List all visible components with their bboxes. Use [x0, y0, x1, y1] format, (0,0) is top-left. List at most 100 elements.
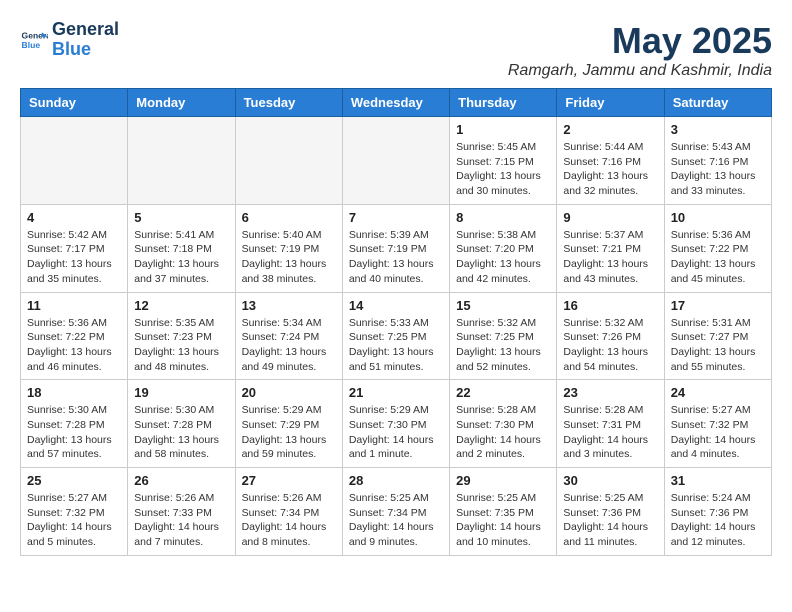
- day-info: Sunrise: 5:35 AM Sunset: 7:23 PM Dayligh…: [134, 316, 228, 375]
- calendar-cell: 26 Sunrise: 5:26 AM Sunset: 7:33 PM Dayli…: [128, 468, 235, 556]
- calendar-cell: 29 Sunrise: 5:25 AM Sunset: 7:35 PM Dayli…: [450, 468, 557, 556]
- day-info: Sunrise: 5:32 AM Sunset: 7:25 PM Dayligh…: [456, 316, 550, 375]
- calendar-cell: 18Sunrise: 5:30 AM Sunset: 7:28 PM Dayli…: [21, 380, 128, 468]
- location-subtitle: Ramgarh, Jammu and Kashmir, India: [508, 62, 772, 80]
- calendar-cell: 16Sunrise: 5:32 AM Sunset: 7:26 PM Dayli…: [557, 292, 664, 380]
- day-number: 28: [349, 473, 443, 488]
- day-number: 12: [134, 298, 228, 313]
- calendar-cell: 14 Sunrise: 5:33 AM Sunset: 7:25 PM Dayli…: [342, 292, 449, 380]
- day-info: Sunrise: 5:28 AM Sunset: 7:30 PM Dayligh…: [456, 403, 550, 462]
- day-info: Sunrise: 5:28 AM Sunset: 7:31 PM Dayligh…: [563, 403, 657, 462]
- calendar-cell: 12 Sunrise: 5:35 AM Sunset: 7:23 PM Dayli…: [128, 292, 235, 380]
- day-info: Sunrise: 5:39 AM Sunset: 7:19 PM Dayligh…: [349, 228, 443, 287]
- calendar-week-row: 4 Sunrise: 5:42 AM Sunset: 7:17 PM Daylig…: [21, 204, 772, 292]
- day-number: 3: [671, 122, 765, 137]
- day-number: 19: [134, 385, 228, 400]
- day-number: 1: [456, 122, 550, 137]
- day-number: 14: [349, 298, 443, 313]
- calendar-cell: 24Sunrise: 5:27 AM Sunset: 7:32 PM Dayli…: [664, 380, 771, 468]
- day-info: Sunrise: 5:25 AM Sunset: 7:36 PM Dayligh…: [563, 491, 657, 550]
- calendar-cell: 15 Sunrise: 5:32 AM Sunset: 7:25 PM Dayli…: [450, 292, 557, 380]
- month-title: May 2025: [508, 20, 772, 62]
- day-info: Sunrise: 5:45 AM Sunset: 7:15 PM Dayligh…: [456, 140, 550, 199]
- calendar-cell: 9 Sunrise: 5:37 AM Sunset: 7:21 PM Daylig…: [557, 204, 664, 292]
- calendar-cell: 28 Sunrise: 5:25 AM Sunset: 7:34 PM Dayli…: [342, 468, 449, 556]
- calendar-cell: [342, 117, 449, 205]
- day-number: 8: [456, 210, 550, 225]
- day-number: 18: [27, 385, 121, 400]
- day-number: 20: [242, 385, 336, 400]
- day-number: 17: [671, 298, 765, 313]
- calendar-cell: 5 Sunrise: 5:41 AM Sunset: 7:18 PM Daylig…: [128, 204, 235, 292]
- svg-text:Blue: Blue: [22, 40, 41, 50]
- calendar-cell: 27 Sunrise: 5:26 AM Sunset: 7:34 PM Dayli…: [235, 468, 342, 556]
- day-info: Sunrise: 5:26 AM Sunset: 7:33 PM Dayligh…: [134, 491, 228, 550]
- calendar-cell: 23 Sunrise: 5:28 AM Sunset: 7:31 PM Dayli…: [557, 380, 664, 468]
- day-info: Sunrise: 5:43 AM Sunset: 7:16 PM Dayligh…: [671, 140, 765, 199]
- day-number: 29: [456, 473, 550, 488]
- logo-line1: General: [52, 20, 119, 40]
- calendar-cell: 20 Sunrise: 5:29 AM Sunset: 7:29 PM Dayli…: [235, 380, 342, 468]
- calendar-cell: 6Sunrise: 5:40 AM Sunset: 7:19 PM Daylig…: [235, 204, 342, 292]
- weekday-header: Wednesday: [342, 89, 449, 117]
- weekday-header: Saturday: [664, 89, 771, 117]
- day-info: Sunrise: 5:30 AM Sunset: 7:28 PM Dayligh…: [134, 403, 228, 462]
- logo: General Blue General Blue: [20, 20, 119, 60]
- calendar-week-row: 25Sunrise: 5:27 AM Sunset: 7:32 PM Dayli…: [21, 468, 772, 556]
- day-info: Sunrise: 5:33 AM Sunset: 7:25 PM Dayligh…: [349, 316, 443, 375]
- day-info: Sunrise: 5:29 AM Sunset: 7:29 PM Dayligh…: [242, 403, 336, 462]
- calendar-cell: 17 Sunrise: 5:31 AM Sunset: 7:27 PM Dayli…: [664, 292, 771, 380]
- day-info: Sunrise: 5:25 AM Sunset: 7:35 PM Dayligh…: [456, 491, 550, 550]
- weekday-header: Sunday: [21, 89, 128, 117]
- calendar-cell: [128, 117, 235, 205]
- day-number: 5: [134, 210, 228, 225]
- day-number: 2: [563, 122, 657, 137]
- day-number: 30: [563, 473, 657, 488]
- calendar-cell: 1 Sunrise: 5:45 AM Sunset: 7:15 PM Daylig…: [450, 117, 557, 205]
- day-number: 31: [671, 473, 765, 488]
- weekday-header: Friday: [557, 89, 664, 117]
- day-info: Sunrise: 5:38 AM Sunset: 7:20 PM Dayligh…: [456, 228, 550, 287]
- day-number: 27: [242, 473, 336, 488]
- day-number: 10: [671, 210, 765, 225]
- day-info: Sunrise: 5:29 AM Sunset: 7:30 PM Dayligh…: [349, 403, 443, 462]
- day-info: Sunrise: 5:36 AM Sunset: 7:22 PM Dayligh…: [27, 316, 121, 375]
- day-number: 26: [134, 473, 228, 488]
- calendar-cell: 4 Sunrise: 5:42 AM Sunset: 7:17 PM Daylig…: [21, 204, 128, 292]
- calendar-cell: [235, 117, 342, 205]
- day-number: 23: [563, 385, 657, 400]
- day-number: 16: [563, 298, 657, 313]
- calendar-week-row: 18 Sunrise: 5:30 AM Sunset: 7:28 PM Dayli…: [21, 380, 772, 468]
- calendar-cell: 19 Sunrise: 5:30 AM Sunset: 7:28 PM Dayli…: [128, 380, 235, 468]
- day-info: Sunrise: 5:40 AM Sunset: 7:19 PM Dayligh…: [242, 228, 336, 287]
- weekday-header: Tuesday: [235, 89, 342, 117]
- day-info: Sunrise: 5:37 AM Sunset: 7:21 PM Dayligh…: [563, 228, 657, 287]
- day-number: 7: [349, 210, 443, 225]
- calendar-cell: 2 Sunrise: 5:44 AM Sunset: 7:16 PM Daylig…: [557, 117, 664, 205]
- calendar-table: SundayMondayTuesdayWednesdayThursdayFrid…: [20, 88, 772, 556]
- day-info: Sunrise: 5:42 AM Sunset: 7:17 PM Dayligh…: [27, 228, 121, 287]
- day-info: Sunrise: 5:34 AM Sunset: 7:24 PM Dayligh…: [242, 316, 336, 375]
- logo-line2: Blue: [52, 40, 119, 60]
- day-number: 21: [349, 385, 443, 400]
- calendar-week-row: 1 Sunrise: 5:45 AM Sunset: 7:15 PM Daylig…: [21, 117, 772, 205]
- calendar-cell: 25Sunrise: 5:27 AM Sunset: 7:32 PM Dayli…: [21, 468, 128, 556]
- day-info: Sunrise: 5:24 AM Sunset: 7:36 PM Dayligh…: [671, 491, 765, 550]
- day-info: Sunrise: 5:25 AM Sunset: 7:34 PM Dayligh…: [349, 491, 443, 550]
- day-number: 9: [563, 210, 657, 225]
- day-number: 13: [242, 298, 336, 313]
- day-info: Sunrise: 5:31 AM Sunset: 7:27 PM Dayligh…: [671, 316, 765, 375]
- calendar-cell: 10 Sunrise: 5:36 AM Sunset: 7:22 PM Dayli…: [664, 204, 771, 292]
- day-info: Sunrise: 5:44 AM Sunset: 7:16 PM Dayligh…: [563, 140, 657, 199]
- day-info: Sunrise: 5:36 AM Sunset: 7:22 PM Dayligh…: [671, 228, 765, 287]
- day-info: Sunrise: 5:41 AM Sunset: 7:18 PM Dayligh…: [134, 228, 228, 287]
- weekday-header-row: SundayMondayTuesdayWednesdayThursdayFrid…: [21, 89, 772, 117]
- day-info: Sunrise: 5:26 AM Sunset: 7:34 PM Dayligh…: [242, 491, 336, 550]
- calendar-cell: 31 Sunrise: 5:24 AM Sunset: 7:36 PM Dayli…: [664, 468, 771, 556]
- calendar-cell: 13 Sunrise: 5:34 AM Sunset: 7:24 PM Dayli…: [235, 292, 342, 380]
- day-number: 15: [456, 298, 550, 313]
- day-number: 11: [27, 298, 121, 313]
- day-number: 4: [27, 210, 121, 225]
- calendar-week-row: 11 Sunrise: 5:36 AM Sunset: 7:22 PM Dayli…: [21, 292, 772, 380]
- weekday-header: Monday: [128, 89, 235, 117]
